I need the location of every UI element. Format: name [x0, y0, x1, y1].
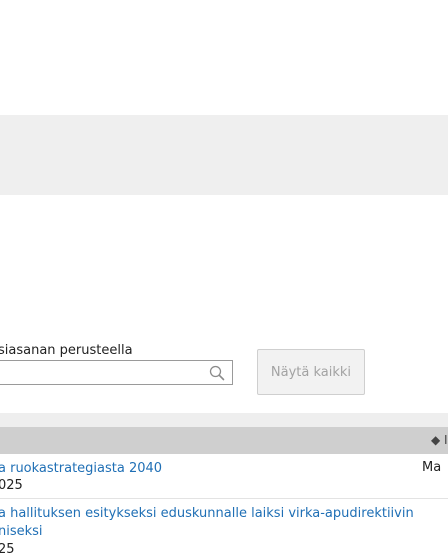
row-title-link[interactable]: a ruokastrategiasta 2040: [0, 460, 162, 477]
row-meta: Ma: [422, 460, 442, 475]
search-field[interactable]: [0, 360, 233, 385]
search-input[interactable]: [0, 361, 205, 384]
sort-column-header[interactable]: ◆ I: [431, 433, 448, 447]
banner-band: [0, 115, 448, 195]
row-date: 25: [0, 542, 15, 557]
search-icon[interactable]: [208, 364, 226, 382]
row-date: 025: [0, 478, 23, 493]
row-title-link[interactable]: a hallituksen esitykseksi eduskunnalle l…: [0, 505, 414, 522]
table-row: a ruokastrategiasta 2040 025 Ma: [0, 458, 448, 499]
table-row: a hallituksen esitykseksi eduskunnalle l…: [0, 500, 448, 560]
table-top-strip: [0, 413, 448, 427]
show-all-button[interactable]: Näytä kaikki: [257, 349, 365, 395]
page: siasanan perusteella Näytä kaikki ◆ I a …: [0, 0, 448, 560]
table-header: [0, 427, 448, 454]
search-label: siasanan perusteella: [0, 343, 133, 358]
row-title-link-continued[interactable]: niseksi: [0, 523, 43, 540]
